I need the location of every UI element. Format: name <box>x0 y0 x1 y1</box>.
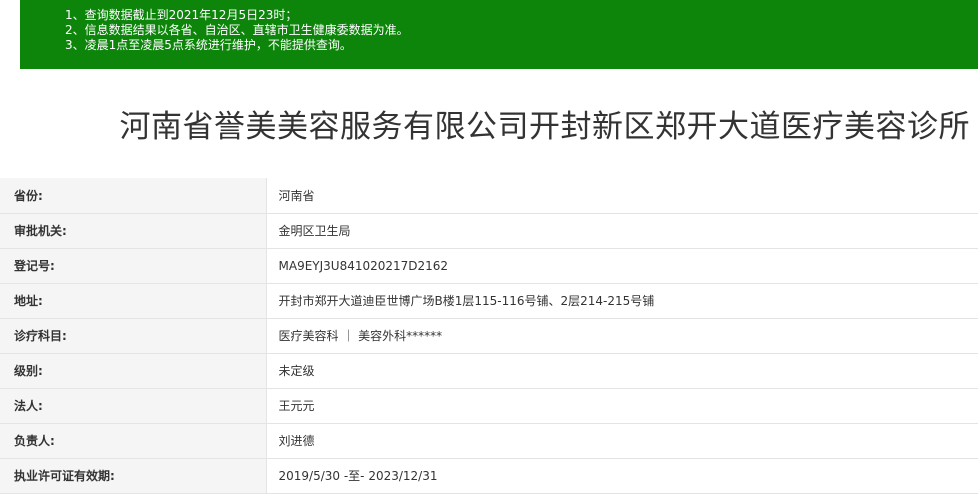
row-label-address: 地址: <box>0 283 267 319</box>
row-label-approval-authority: 审批机关: <box>0 213 267 249</box>
row-label-registration-number: 登记号: <box>0 248 267 284</box>
row-value-legal-person: 王元元 <box>266 388 978 424</box>
info-table: 省份: 河南省 审批机关: 金明区卫生局 登记号: MA9EYJ3U841020… <box>0 178 978 494</box>
page-title: 河南省誉美美容服务有限公司开封新区郑开大道医疗美容诊所 <box>119 109 970 145</box>
table-row: 审批机关: 金明区卫生局 <box>0 213 978 249</box>
row-value-province: 河南省 <box>266 178 978 214</box>
notice-line-2: 2、信息数据结果以各省、自治区、直辖市卫生健康委数据为准。 <box>65 23 409 37</box>
table-row: 级别: 未定级 <box>0 353 978 389</box>
table-row: 登记号: MA9EYJ3U841020217D2162 <box>0 248 978 284</box>
table-row: 省份: 河南省 <box>0 178 978 214</box>
row-value-address: 开封市郑开大道迪臣世博广场B楼1层115-116号铺、2层214-215号铺 <box>266 283 978 319</box>
title-area: 河南省誉美美容服务有限公司开封新区郑开大道医疗美容诊所 <box>0 100 978 160</box>
notice-banner: 1、查询数据截止到2021年12月5日23时； 2、信息数据结果以各省、自治区、… <box>20 0 978 69</box>
row-value-registration-number: MA9EYJ3U841020217D2162 <box>266 248 978 284</box>
table-row: 法人: 王元元 <box>0 388 978 424</box>
row-value-license-validity: 2019/5/30 -至- 2023/12/31 <box>266 458 978 494</box>
table-row: 负责人: 刘进德 <box>0 423 978 459</box>
row-label-province: 省份: <box>0 178 267 214</box>
row-label-treatment-subjects: 诊疗科目: <box>0 318 267 354</box>
row-value-grade: 未定级 <box>266 353 978 389</box>
notice-line-1: 1、查询数据截止到2021年12月5日23时； <box>65 8 298 22</box>
table-row: 诊疗科目: 医疗美容科 ｜ 美容外科****** <box>0 318 978 354</box>
row-label-license-validity: 执业许可证有效期: <box>0 458 267 494</box>
row-label-legal-person: 法人: <box>0 388 267 424</box>
row-value-person-in-charge: 刘进德 <box>266 423 978 459</box>
page: 1、查询数据截止到2021年12月5日23时； 2、信息数据结果以各省、自治区、… <box>0 0 978 499</box>
row-label-grade: 级别: <box>0 353 267 389</box>
row-value-treatment-subjects: 医疗美容科 ｜ 美容外科****** <box>266 318 978 354</box>
table-row: 地址: 开封市郑开大道迪臣世博广场B楼1层115-116号铺、2层214-215… <box>0 283 978 319</box>
table-row: 执业许可证有效期: 2019/5/30 -至- 2023/12/31 <box>0 458 978 494</box>
notice-line-3: 3、凌晨1点至凌晨5点系统进行维护，不能提供查询。 <box>65 38 352 52</box>
row-value-approval-authority: 金明区卫生局 <box>266 213 978 249</box>
row-label-person-in-charge: 负责人: <box>0 423 267 459</box>
